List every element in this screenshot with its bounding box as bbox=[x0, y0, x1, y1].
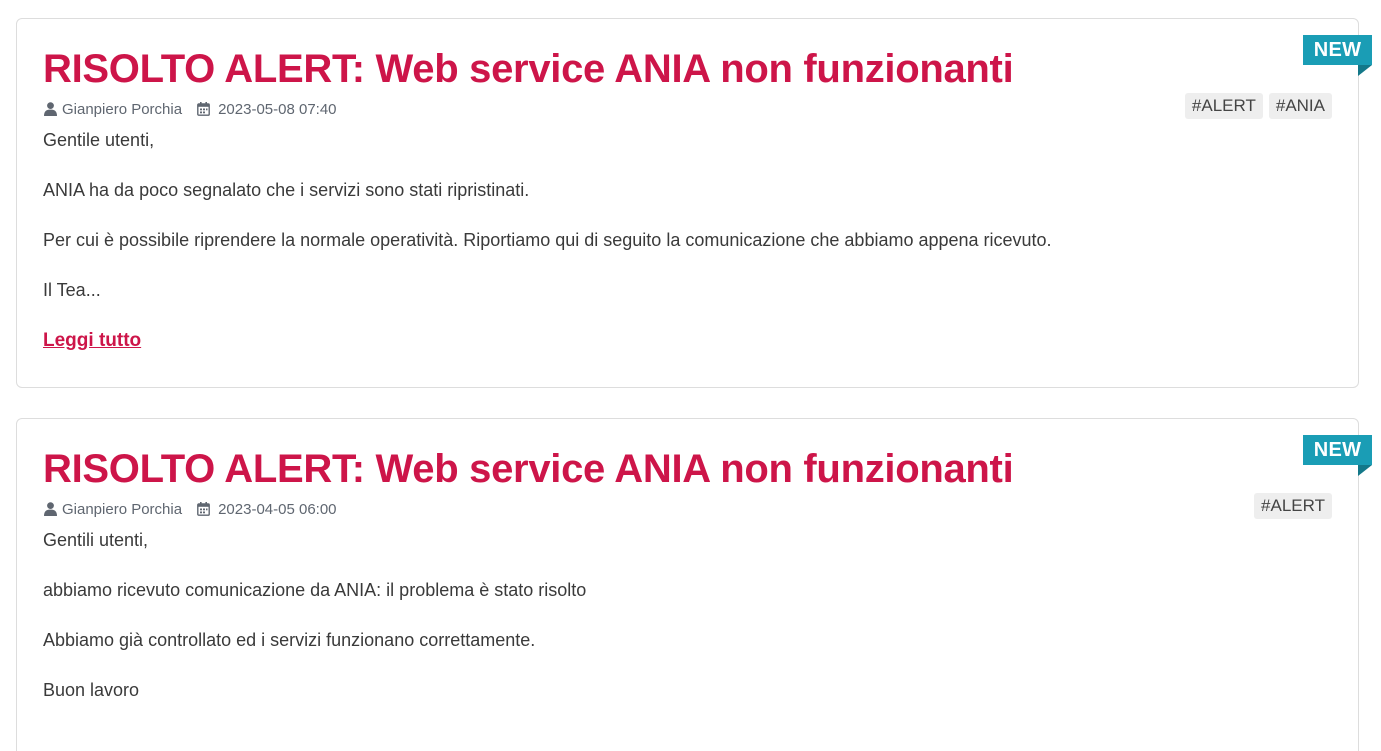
post-author: Gianpiero Porchia bbox=[62, 100, 183, 118]
new-badge-fold bbox=[1358, 65, 1372, 76]
post-tags: #ALERT #ANIA bbox=[1184, 93, 1332, 119]
calendar-icon bbox=[196, 502, 211, 517]
calendar-icon bbox=[196, 102, 211, 117]
excerpt-paragraph: Gentile utenti, bbox=[43, 130, 155, 150]
post-title[interactable]: RISOLTO ALERT: Web service ANIA non funz… bbox=[43, 444, 1332, 494]
post-excerpt: Gentili utenti, abbiamo ricevuto comunic… bbox=[43, 528, 1332, 702]
post-card: NEW RISOLTO ALERT: Web service ANIA non … bbox=[16, 418, 1372, 751]
tag-alert[interactable]: #ALERT bbox=[1184, 93, 1263, 119]
excerpt-paragraph: Il Tea... bbox=[43, 280, 101, 300]
excerpt-paragraph: Abbiamo già controllato ed i servizi fun… bbox=[43, 630, 536, 650]
post-title[interactable]: RISOLTO ALERT: Web service ANIA non funz… bbox=[43, 44, 1332, 94]
post-date: 2023-05-08 07:40 bbox=[218, 100, 337, 118]
tag-alert[interactable]: #ALERT bbox=[1254, 493, 1332, 519]
new-badge-fold bbox=[1358, 465, 1372, 476]
user-icon bbox=[43, 102, 58, 117]
post-meta: Gianpiero Porchia 2023-05-08 07:40 bbox=[43, 100, 1332, 118]
post-tags: #ALERT bbox=[1254, 493, 1332, 519]
post-date: 2023-04-05 06:00 bbox=[218, 500, 337, 518]
excerpt-paragraph: abbiamo ricevuto comunicazione da ANIA: … bbox=[43, 580, 587, 600]
user-icon bbox=[43, 502, 58, 517]
post-author: Gianpiero Porchia bbox=[62, 500, 183, 518]
excerpt-paragraph: ANIA ha da poco segnalato che i servizi … bbox=[43, 180, 530, 200]
tag-ania[interactable]: #ANIA bbox=[1268, 93, 1332, 119]
post-card: NEW RISOLTO ALERT: Web service ANIA non … bbox=[16, 18, 1372, 388]
excerpt-paragraph: Gentili utenti, bbox=[43, 530, 149, 550]
post-excerpt: Gentile utenti, ANIA ha da poco segnalat… bbox=[43, 128, 1332, 353]
excerpt-paragraph: Buon lavoro bbox=[43, 680, 140, 700]
post-meta: Gianpiero Porchia 2023-04-05 06:00 bbox=[43, 500, 1332, 518]
excerpt-paragraph: Per cui è possibile riprendere la normal… bbox=[43, 230, 1052, 250]
read-more-link[interactable]: Leggi tutto bbox=[43, 329, 141, 353]
news-feed: NEW RISOLTO ALERT: Web service ANIA non … bbox=[0, 0, 1381, 751]
